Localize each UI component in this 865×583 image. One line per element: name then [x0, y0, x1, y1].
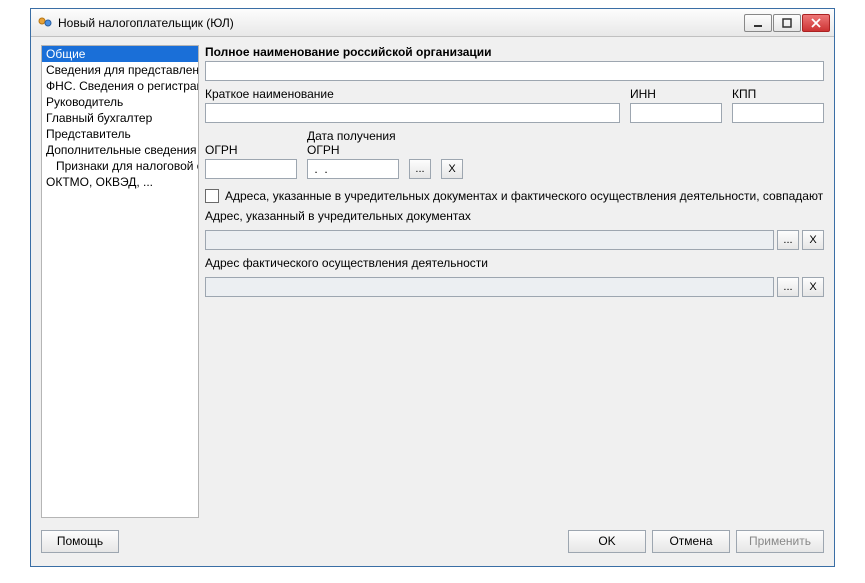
kpp-label: КПП: [732, 87, 824, 101]
titlebar: Новый налогоплательщик (ЮЛ): [31, 9, 834, 37]
window-controls: [744, 14, 830, 32]
sidebar-item-label: Представитель: [46, 127, 131, 141]
fullname-label: Полное наименование российской организац…: [205, 45, 824, 59]
form-panel: Полное наименование российской организац…: [205, 45, 824, 518]
sidebar-item-presentation[interactable]: Сведения для представления: [42, 62, 198, 78]
sidebar-item-tax-signs[interactable]: Признаки для налоговой отчетности: [42, 158, 198, 174]
fullname-input[interactable]: [205, 61, 824, 81]
legal-address-input[interactable]: [205, 230, 774, 250]
inn-label: ИНН: [630, 87, 722, 101]
ogrn-date-label: Дата получения ОГРН: [307, 129, 399, 157]
actual-address-pick-button[interactable]: ...: [777, 277, 799, 297]
sidebar-item-director[interactable]: Руководитель: [42, 94, 198, 110]
sidebar-item-label: Дополнительные сведения: [46, 143, 196, 157]
sidebar-item-label: ОКТМО, ОКВЭД, ...: [46, 175, 153, 189]
ogrn-label: ОГРН: [205, 143, 297, 157]
body: Общие Сведения для представления ФНС. Св…: [41, 45, 824, 518]
sidebar-item-label: Признаки для налоговой отчетности: [56, 159, 198, 173]
ok-button[interactable]: OK: [568, 530, 646, 553]
addresses-same-checkbox[interactable]: [205, 189, 219, 203]
actual-address-label: Адрес фактического осуществления деятель…: [205, 256, 824, 270]
actual-address-input[interactable]: [205, 277, 774, 297]
sidebar-item-oktmo[interactable]: ОКТМО, ОКВЭД, ...: [42, 174, 198, 190]
bottom-bar: Помощь OK Отмена Применить: [41, 526, 824, 556]
window: Новый налогоплательщик (ЮЛ) Общие Сведен…: [0, 0, 865, 583]
sidebar-item-label: Общие: [46, 47, 85, 61]
sidebar-item-label: Руководитель: [46, 95, 123, 109]
sidebar-item-label: ФНС. Сведения о регистрации: [46, 79, 198, 93]
minimize-button[interactable]: [744, 14, 772, 32]
app-icon: [37, 15, 53, 31]
window-title: Новый налогоплательщик (ЮЛ): [58, 16, 744, 30]
window-frame: Новый налогоплательщик (ЮЛ) Общие Сведен…: [30, 8, 835, 567]
sidebar-item-general[interactable]: Общие: [42, 46, 198, 62]
actual-address-clear-button[interactable]: X: [802, 277, 824, 297]
sidebar-item-representative[interactable]: Представитель: [42, 126, 198, 142]
sidebar-item-fns[interactable]: ФНС. Сведения о регистрации: [42, 78, 198, 94]
maximize-button[interactable]: [773, 14, 801, 32]
client-area: Общие Сведения для представления ФНС. Св…: [31, 37, 834, 566]
close-button[interactable]: [802, 14, 830, 32]
sidebar-item-additional[interactable]: Дополнительные сведения: [42, 142, 198, 158]
apply-button[interactable]: Применить: [736, 530, 824, 553]
kpp-input[interactable]: [732, 103, 824, 123]
ogrn-date-picker-button[interactable]: ...: [409, 159, 431, 179]
ogrn-date-input[interactable]: [307, 159, 399, 179]
ogrn-date-clear-button[interactable]: X: [441, 159, 463, 179]
sidebar-item-accountant[interactable]: Главный бухгалтер: [42, 110, 198, 126]
addresses-same-label: Адреса, указанные в учредительных докуме…: [225, 189, 823, 203]
sidebar-item-label: Главный бухгалтер: [46, 111, 152, 125]
shortname-input[interactable]: [205, 103, 620, 123]
cancel-button[interactable]: Отмена: [652, 530, 730, 553]
addresses-same-row: Адреса, указанные в учредительных докуме…: [205, 189, 824, 203]
ogrn-input[interactable]: [205, 159, 297, 179]
inn-input[interactable]: [630, 103, 722, 123]
sidebar: Общие Сведения для представления ФНС. Св…: [41, 45, 199, 518]
legal-address-clear-button[interactable]: X: [802, 230, 824, 250]
shortname-label: Краткое наименование: [205, 87, 620, 101]
legal-address-pick-button[interactable]: ...: [777, 230, 799, 250]
sidebar-item-label: Сведения для представления: [46, 63, 198, 77]
legal-address-label: Адрес, указанный в учредительных докумен…: [205, 209, 824, 223]
help-button[interactable]: Помощь: [41, 530, 119, 553]
